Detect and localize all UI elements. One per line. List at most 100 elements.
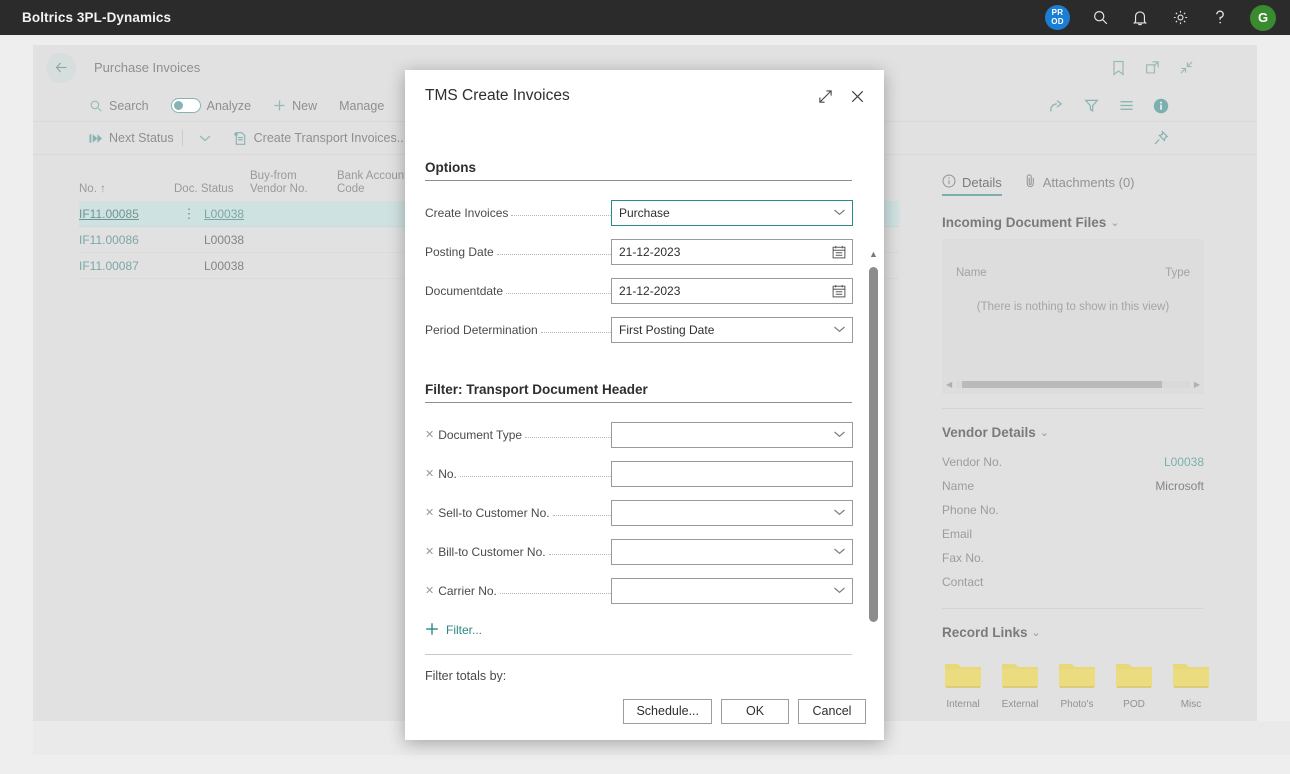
record-links-heading[interactable]: Record Links ⌄ — [942, 625, 1257, 640]
no-input[interactable] — [611, 461, 853, 487]
chevron-down-icon[interactable]: ⌄ — [1032, 626, 1041, 639]
scroll-up-arrow-icon[interactable]: ▲ — [869, 250, 878, 259]
period-determination-dropdown[interactable]: First Posting Date — [611, 317, 853, 343]
close-x-icon[interactable] — [849, 88, 865, 104]
bill-to-customer-no-dropdown[interactable] — [611, 539, 853, 565]
dialog-vertical-scrollbar[interactable]: ▲ ▼ — [866, 250, 881, 682]
top-bar-actions: PR OD G — [1045, 4, 1276, 31]
app-title: Boltrics 3PL-Dynamics — [22, 10, 172, 25]
record-link-misc[interactable]: Misc — [1170, 658, 1212, 710]
chevron-down-icon[interactable]: ⌄ — [1110, 216, 1119, 229]
record-link-external[interactable]: External — [999, 658, 1041, 710]
list-view-icon[interactable] — [1117, 97, 1135, 115]
folder-label: Photo's — [1060, 699, 1094, 710]
vendor-detail-row: Vendor No. L00038 — [942, 450, 1204, 474]
chevron-down-icon[interactable] — [833, 508, 846, 519]
ok-button[interactable]: OK — [721, 698, 789, 724]
remove-filter-x-icon[interactable]: ✕ — [425, 507, 434, 519]
cell-vendor-no[interactable]: L00038 — [204, 259, 291, 273]
toggle-switch[interactable] — [170, 98, 201, 113]
record-links-title: Record Links — [942, 625, 1028, 640]
add-filter-button[interactable]: Filter... — [425, 622, 864, 638]
document-type-dropdown[interactable] — [611, 422, 853, 448]
cell-no[interactable]: IF11.00085 — [79, 207, 174, 221]
info-circle-icon[interactable] — [1152, 97, 1170, 115]
open-in-new-window-icon[interactable] — [1143, 59, 1161, 77]
remove-filter-x-icon[interactable]: ✕ — [425, 585, 434, 597]
record-link-internal[interactable]: Internal — [942, 658, 984, 710]
column-header-no[interactable]: No. ↑ — [79, 183, 174, 196]
scroll-left-arrow-icon[interactable]: ◀ — [946, 380, 952, 389]
tab-attachments[interactable]: Attachments (0) — [1024, 165, 1135, 199]
cell-no[interactable]: IF11.00087 — [79, 259, 174, 273]
breadcrumb[interactable]: Purchase Invoices — [94, 60, 200, 75]
cell-vendor-no[interactable]: L00038 — [204, 207, 291, 221]
back-button[interactable] — [46, 52, 76, 83]
collapse-icon[interactable] — [1177, 59, 1195, 77]
cell-vendor-no[interactable]: L00038 — [204, 233, 291, 247]
incoming-document-files-heading[interactable]: Incoming Document Files ⌄ — [942, 215, 1257, 230]
manage-label: Manage — [339, 98, 385, 113]
column-header-buy-from-vendor-no[interactable]: Buy-from Vendor No. — [250, 170, 337, 196]
next-status-label: Next Status — [109, 131, 174, 145]
chevron-down-icon[interactable] — [833, 430, 846, 441]
schedule-button[interactable]: Schedule... — [623, 698, 712, 724]
create-transport-invoices-action[interactable]: Create Transport Invoices... — [233, 131, 407, 146]
chevron-down-icon[interactable] — [833, 325, 846, 336]
record-link-photos[interactable]: Photo's — [1056, 658, 1098, 710]
search-action[interactable]: Search — [89, 99, 149, 113]
carrier-no-dropdown[interactable] — [611, 578, 853, 604]
user-avatar[interactable]: G — [1250, 4, 1276, 31]
filter-icon[interactable] — [1082, 97, 1100, 115]
column-header-doc-status[interactable]: Doc. Status — [174, 183, 250, 196]
sell-to-customer-no-dropdown[interactable] — [611, 500, 853, 526]
create-invoice-icon — [233, 131, 248, 146]
environment-badge[interactable]: PR OD — [1045, 5, 1070, 30]
scrollbar-track[interactable] — [956, 381, 1190, 388]
manage-action[interactable]: Manage — [339, 99, 384, 113]
scrollbar-thumb[interactable] — [869, 267, 878, 622]
record-link-pod[interactable]: POD — [1113, 658, 1155, 710]
chevron-down-icon[interactable] — [199, 134, 211, 142]
remove-filter-x-icon[interactable]: ✕ — [425, 429, 434, 441]
incoming-document-files-grid: Name Type (There is nothing to show in t… — [942, 239, 1204, 394]
chevron-down-icon[interactable] — [833, 208, 846, 219]
bookmark-icon[interactable] — [1109, 59, 1127, 77]
notification-bell-icon[interactable] — [1130, 8, 1150, 28]
analyze-toggle[interactable]: Analyze — [170, 98, 251, 113]
column-header-type[interactable]: Type — [1165, 267, 1190, 279]
share-icon[interactable] — [1047, 97, 1065, 115]
settings-gear-icon[interactable] — [1170, 8, 1190, 28]
vendor-details-heading[interactable]: Vendor Details ⌄ — [942, 425, 1257, 440]
help-question-icon[interactable] — [1210, 8, 1230, 28]
unpin-icon[interactable] — [1152, 129, 1170, 147]
plus-icon — [425, 622, 439, 638]
bill-to-customer-no-label: Bill-to Customer No. — [438, 545, 546, 559]
documentdate-input[interactable]: 21-12-2023 — [611, 278, 853, 304]
new-action[interactable]: New — [273, 99, 317, 113]
label-leader-dots — [496, 246, 611, 255]
scrollbar-track[interactable] — [866, 259, 881, 682]
next-status-action[interactable]: Next Status — [89, 130, 211, 146]
cancel-button[interactable]: Cancel — [798, 698, 866, 724]
expand-diagonal-icon[interactable] — [817, 88, 833, 104]
folder-label: External — [1001, 699, 1039, 710]
tab-details[interactable]: Details — [942, 165, 1002, 199]
chevron-down-icon[interactable]: ⌄ — [1040, 426, 1049, 439]
remove-filter-x-icon[interactable]: ✕ — [425, 546, 434, 558]
column-header-name[interactable]: Name — [956, 267, 987, 279]
chevron-down-icon[interactable] — [833, 547, 846, 558]
scrollbar-thumb[interactable] — [962, 381, 1163, 388]
calendar-icon[interactable] — [832, 245, 846, 259]
search-icon[interactable] — [1090, 8, 1110, 28]
scroll-right-arrow-icon[interactable]: ▶ — [1194, 380, 1200, 389]
posting-date-input[interactable]: 21-12-2023 — [611, 239, 853, 265]
vendor-no-value[interactable]: L00038 — [1164, 455, 1204, 469]
row-menu-icon[interactable]: ⋮ — [174, 206, 204, 222]
horizontal-scrollbar[interactable]: ◀ ▶ — [946, 379, 1200, 390]
calendar-icon[interactable] — [832, 284, 846, 298]
create-invoices-dropdown[interactable]: Purchase — [611, 200, 853, 226]
cell-no[interactable]: IF11.00086 — [79, 233, 174, 247]
chevron-down-icon[interactable] — [833, 586, 846, 597]
remove-filter-x-icon[interactable]: ✕ — [425, 468, 434, 480]
